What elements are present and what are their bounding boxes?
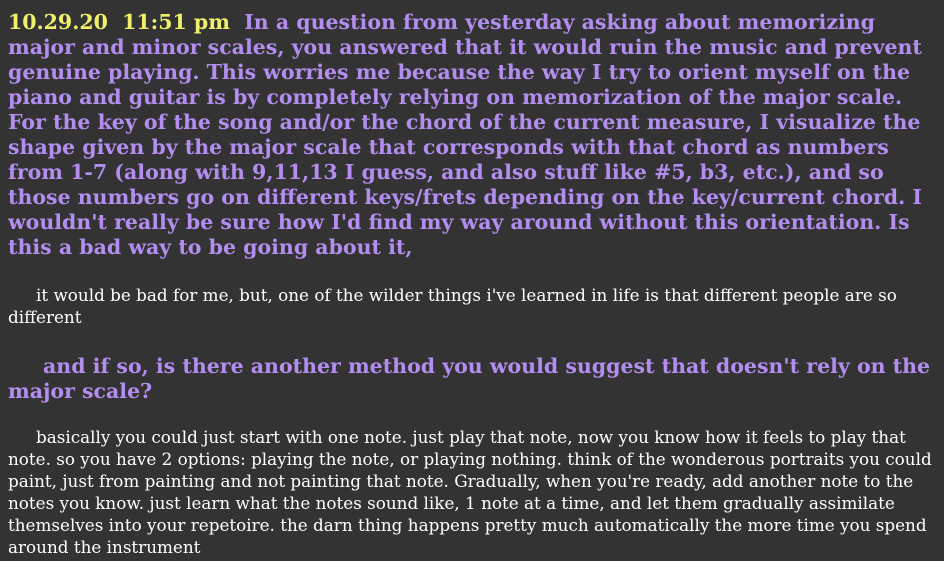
question-paragraph-2: and if so, is there another method you w… — [8, 354, 936, 404]
question-text-2: and if so, is there another method you w… — [8, 354, 931, 403]
answer-text-2: basically you could just start with one … — [8, 427, 932, 557]
answer-text-1: it would be bad for me, but, one of the … — [8, 285, 897, 327]
question-text-1: In a question from yesterday asking abou… — [8, 10, 922, 259]
answer-paragraph-1: it would be bad for me, but, one of the … — [8, 284, 936, 328]
question-paragraph-1: 10.29.20 11:51 pm In a question from yes… — [8, 10, 936, 260]
post-timestamp: 10.29.20 11:51 pm — [8, 10, 245, 34]
answer-paragraph-2: basically you could just start with one … — [8, 426, 936, 558]
qa-post: 10.29.20 11:51 pm In a question from yes… — [8, 10, 936, 558]
